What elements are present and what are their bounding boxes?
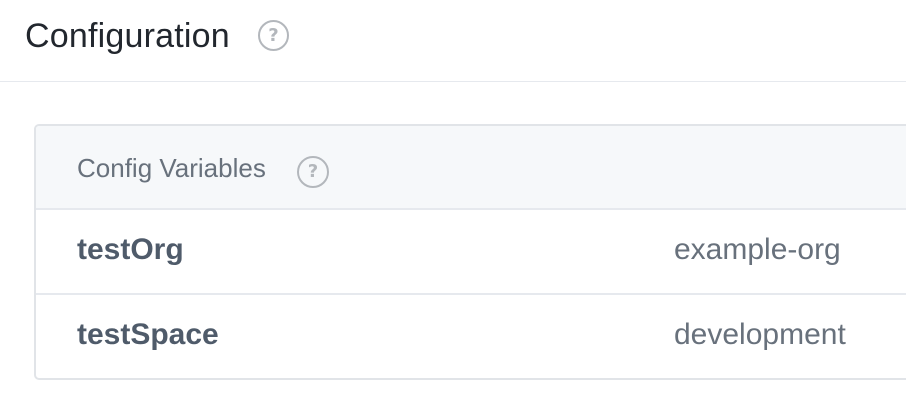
config-variable-value: example-org [674, 233, 841, 266]
config-variable-row: testOrg example-org [36, 210, 906, 295]
config-variable-value: development [674, 318, 846, 351]
config-variables-card: Config Variables ? testOrg example-org t… [34, 124, 906, 380]
configuration-page: Configuration ? Config Variables ? testO… [0, 0, 906, 400]
config-variables-help-icon[interactable]: ? [297, 156, 329, 188]
help-icon[interactable]: ? [258, 20, 289, 51]
config-variable-key: testOrg [77, 233, 184, 266]
page-title: Configuration [25, 17, 230, 55]
config-variables-header: Config Variables ? [36, 126, 906, 210]
config-variable-row: testSpace development [36, 295, 906, 378]
config-variable-key: testSpace [77, 318, 219, 351]
config-variables-title: Config Variables [77, 153, 266, 183]
page-header: Configuration ? [0, 0, 906, 82]
